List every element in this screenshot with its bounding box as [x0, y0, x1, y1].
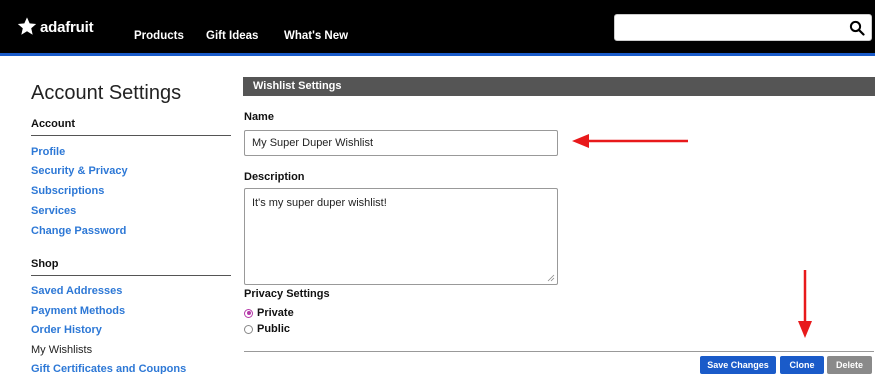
- search-input[interactable]: [614, 14, 872, 41]
- adafruit-logo[interactable]: adafruit: [16, 14, 94, 40]
- sidebar-item-profile[interactable]: Profile: [31, 146, 65, 158]
- panel-header: Wishlist Settings: [243, 77, 875, 96]
- delete-button[interactable]: Delete: [827, 356, 872, 374]
- sidebar-item-subscriptions[interactable]: Subscriptions: [31, 185, 104, 197]
- radio-selected-icon[interactable]: [244, 308, 253, 318]
- sidebar-item-my-wishlists[interactable]: My Wishlists: [31, 344, 92, 356]
- nav-products[interactable]: Products: [134, 30, 184, 42]
- red-arrow-down-icon: [798, 270, 812, 338]
- sidebar-divider: [31, 135, 231, 136]
- save-changes-button[interactable]: Save Changes: [700, 356, 776, 374]
- sidebar-divider: [31, 275, 231, 276]
- form-divider: [244, 351, 874, 352]
- logo-text: adafruit: [40, 18, 94, 36]
- page-title: Account Settings: [31, 82, 182, 104]
- name-input-value: My Super Duper Wishlist: [252, 137, 374, 149]
- sidebar-heading-shop: Shop: [31, 258, 59, 270]
- top-nav-bar: adafruit Products Gift Ideas What's New: [0, 0, 875, 55]
- name-label: Name: [244, 111, 274, 123]
- sidebar-item-saved-addresses[interactable]: Saved Addresses: [31, 285, 122, 297]
- sidebar-item-security-privacy[interactable]: Security & Privacy: [31, 165, 128, 177]
- name-input[interactable]: My Super Duper Wishlist: [244, 130, 558, 156]
- red-arrow-left-icon: [572, 134, 688, 148]
- nav-accent-line: [0, 53, 875, 56]
- description-textarea[interactable]: It's my super duper wishlist!: [244, 188, 558, 285]
- nav-gift-ideas[interactable]: Gift Ideas: [206, 30, 258, 42]
- sidebar-item-gift-certificates[interactable]: Gift Certificates and Coupons: [31, 363, 186, 374]
- privacy-option-private[interactable]: Private: [244, 307, 294, 319]
- privacy-option-public[interactable]: Public: [244, 323, 290, 335]
- clone-button[interactable]: Clone: [780, 356, 824, 374]
- radio-unselected-icon[interactable]: [244, 324, 253, 334]
- sidebar-item-change-password[interactable]: Change Password: [31, 225, 126, 237]
- sidebar-heading-account: Account: [31, 118, 75, 130]
- privacy-option-label: Private: [257, 307, 294, 319]
- description-value: It's my super duper wishlist!: [252, 197, 387, 209]
- resize-handle-icon[interactable]: [547, 274, 555, 282]
- privacy-settings-label: Privacy Settings: [244, 288, 330, 300]
- star-logo-icon: [17, 17, 37, 35]
- description-label: Description: [244, 171, 305, 183]
- search-icon[interactable]: [849, 20, 865, 36]
- sidebar-item-payment-methods[interactable]: Payment Methods: [31, 305, 125, 317]
- privacy-option-label: Public: [257, 323, 291, 335]
- nav-whats-new[interactable]: What's New: [284, 30, 348, 42]
- sidebar-item-order-history[interactable]: Order History: [31, 324, 102, 336]
- sidebar-item-services[interactable]: Services: [31, 205, 76, 217]
